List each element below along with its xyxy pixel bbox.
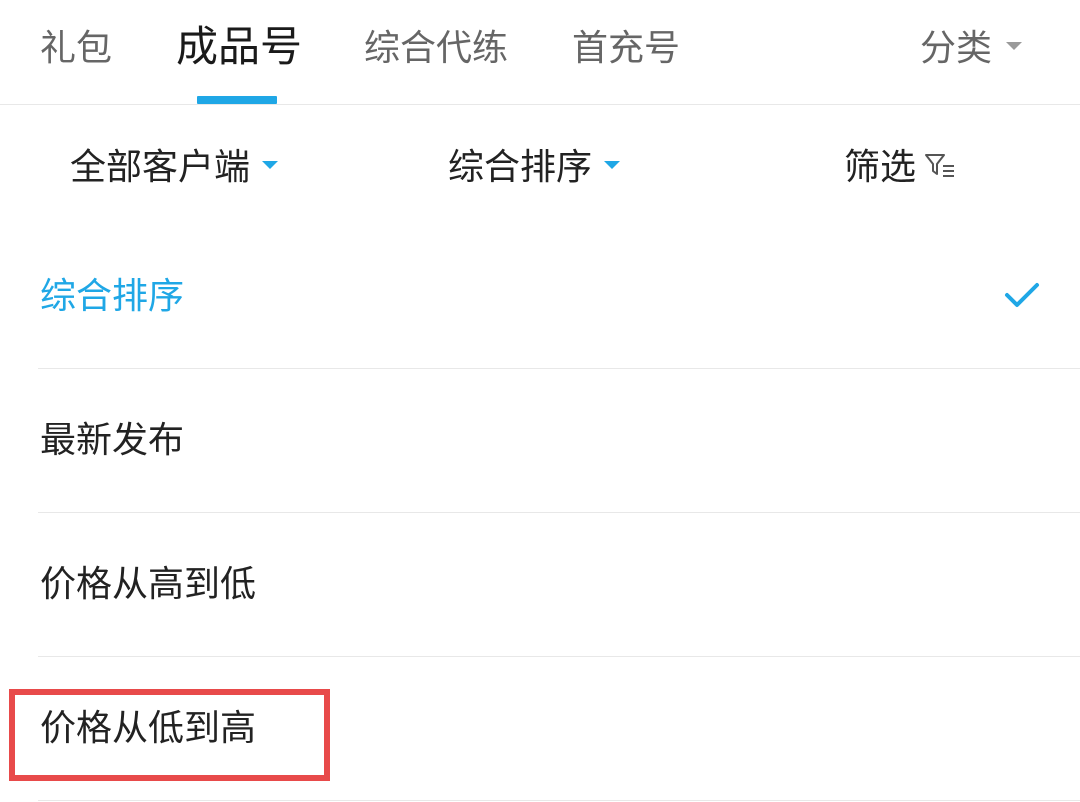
tab-finished-account[interactable]: 成品号 [176, 20, 302, 74]
sort-option-label: 价格从高到低 [40, 564, 257, 605]
sort-options-list: 综合排序 最新发布 价格从高到低 价格从低到高 [38, 225, 1080, 801]
checkmark-icon [1005, 283, 1039, 307]
sort-option-label: 最新发布 [40, 420, 185, 461]
filter-bar: 全部客户端 综合排序 筛选 [0, 105, 1080, 225]
client-filter-label: 全部客户端 [70, 147, 251, 188]
funnel-filter-icon [925, 154, 955, 177]
sort-option-price-low-to-high[interactable]: 价格从低到高 [38, 657, 1080, 801]
sort-option-comprehensive[interactable]: 综合排序 [38, 225, 1080, 369]
caret-down-icon [604, 161, 621, 169]
category-dropdown[interactable]: 分类 [920, 22, 1022, 76]
tab-boosting-service[interactable]: 综合代练 [364, 22, 508, 76]
chevron-down-icon [1006, 42, 1022, 50]
sort-dropdown-label: 综合排序 [448, 147, 593, 188]
screen-filter-button[interactable]: 筛选 [844, 143, 956, 193]
sort-page: 礼包 成品号 综合代练 首充号 分类 全部客户端 综合排序 筛选 综合排序 最新… [0, 0, 1080, 802]
tab-first-charge-account[interactable]: 首充号 [572, 22, 680, 76]
sort-option-price-high-to-low[interactable]: 价格从高到低 [38, 513, 1080, 657]
tab-gift-pack[interactable]: 礼包 [40, 22, 112, 76]
category-label: 分类 [919, 28, 992, 69]
client-filter-dropdown[interactable]: 全部客户端 [70, 143, 279, 193]
sort-option-label: 综合排序 [40, 276, 185, 317]
sort-option-label: 价格从低到高 [40, 708, 257, 749]
screen-filter-label: 筛选 [844, 147, 917, 188]
caret-down-icon [262, 161, 279, 169]
active-tab-indicator [197, 96, 277, 104]
sort-dropdown[interactable]: 综合排序 [448, 143, 621, 193]
top-tab-bar: 礼包 成品号 综合代练 首充号 分类 [0, 0, 1080, 105]
sort-option-newest[interactable]: 最新发布 [38, 369, 1080, 513]
